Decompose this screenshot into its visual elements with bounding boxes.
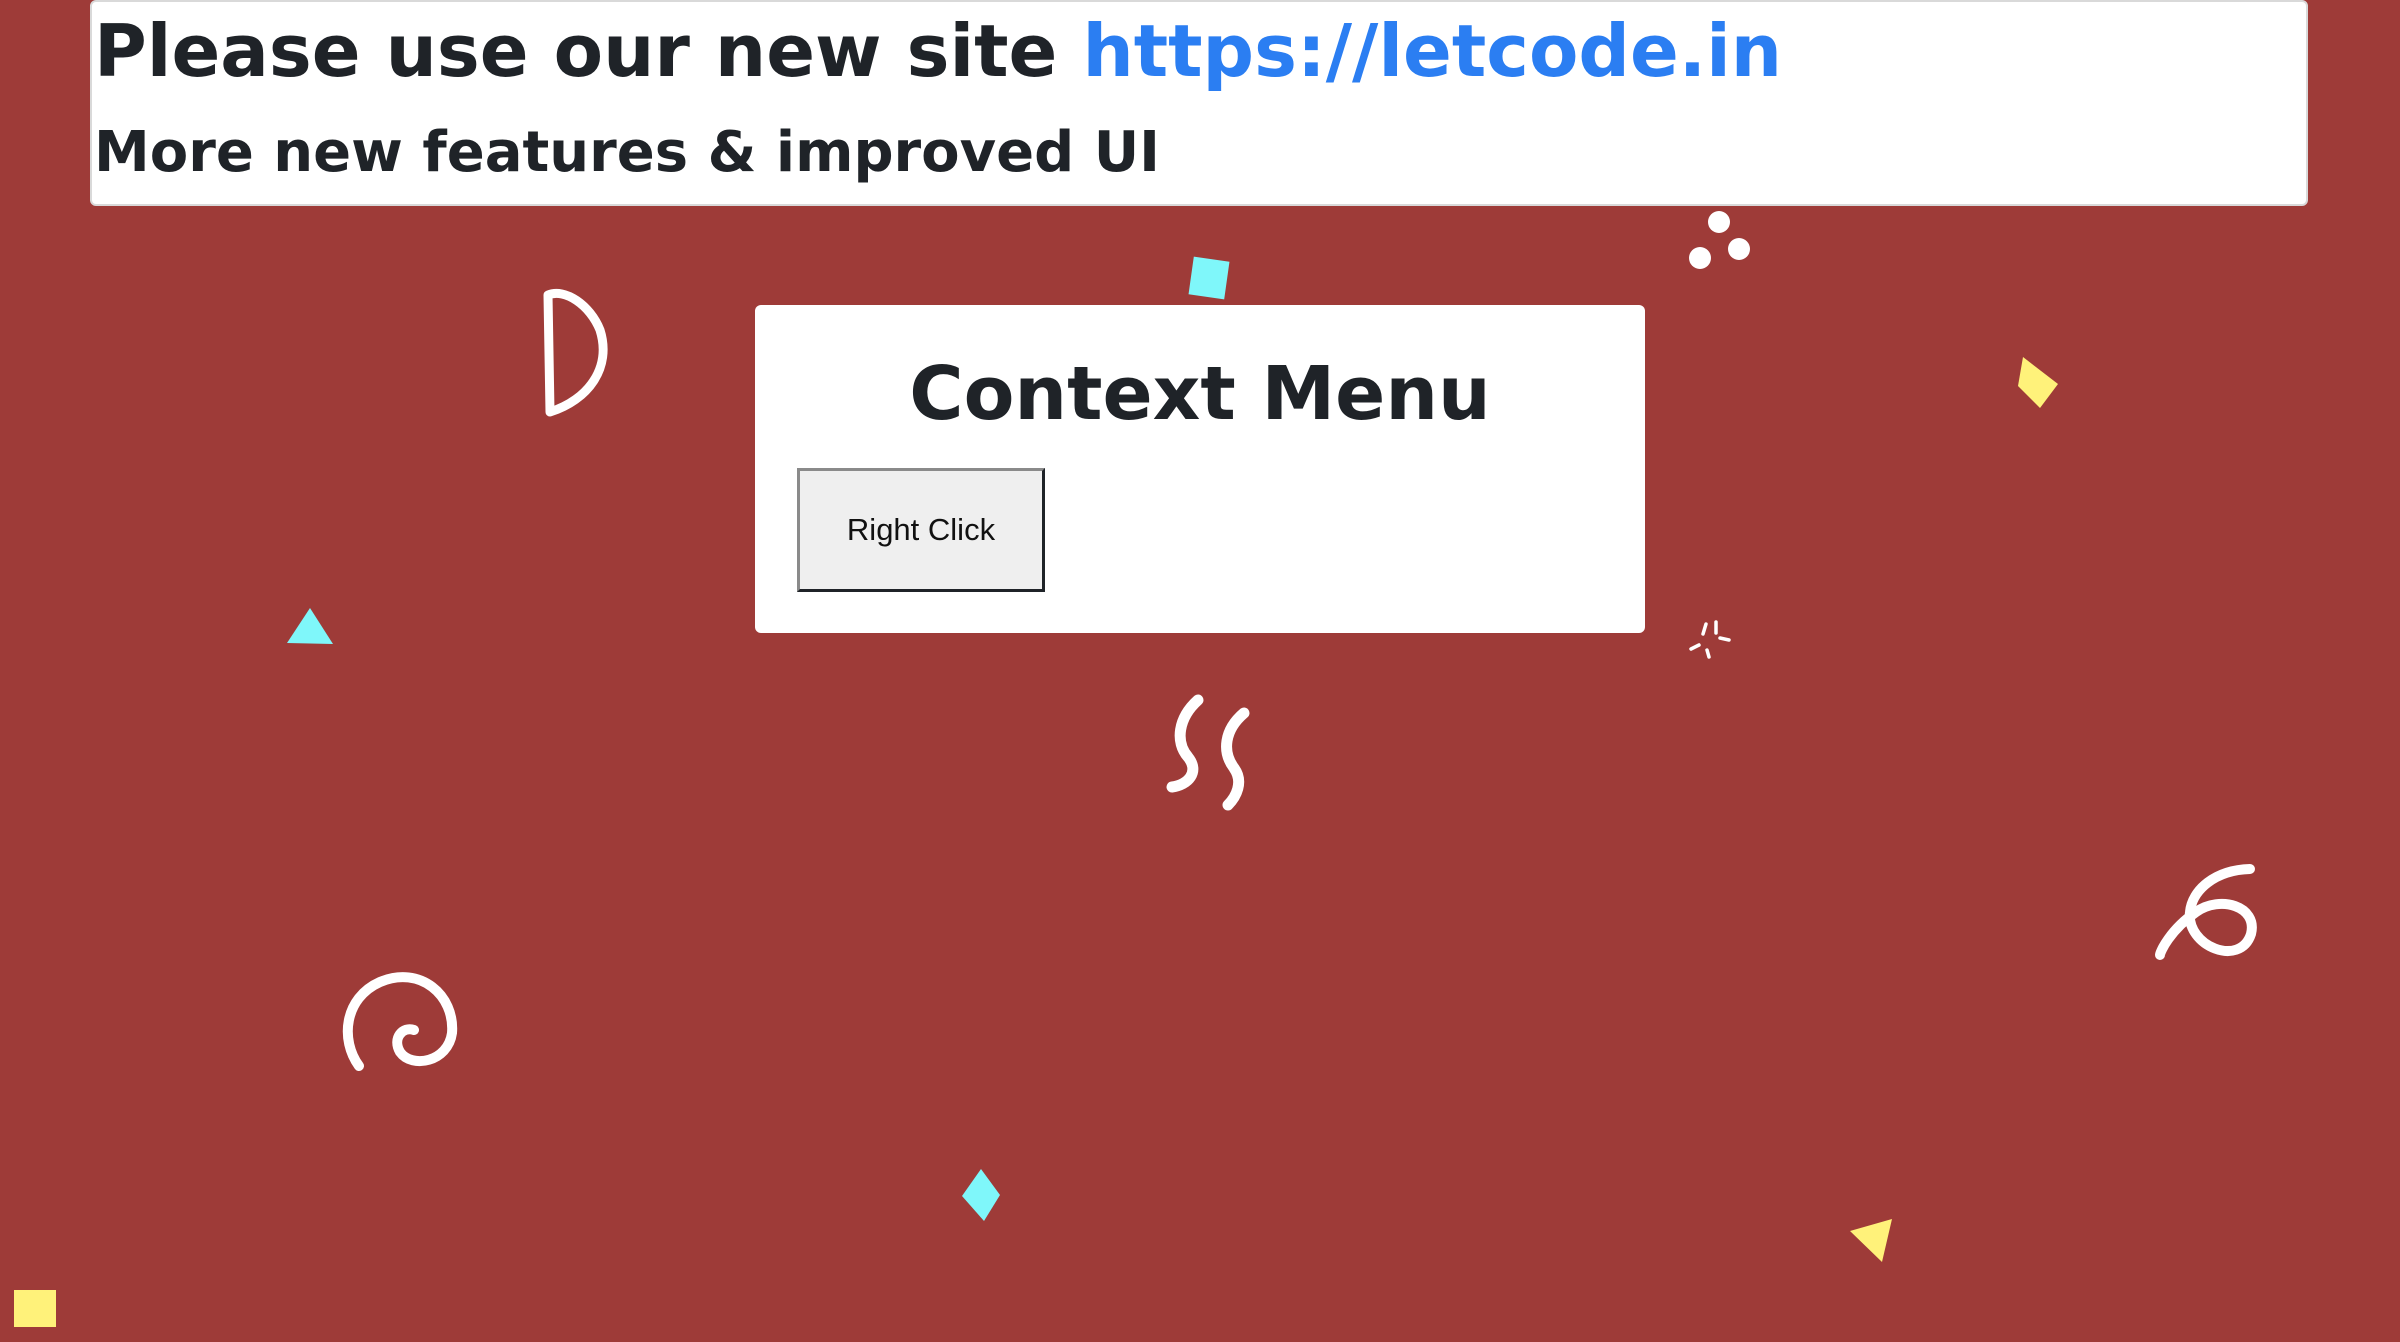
announcement-prefix: Please use our new site: [94, 9, 1083, 93]
yellow-square-confetti: [14, 1290, 56, 1327]
cyan-diamond-confetti: [962, 1169, 1000, 1221]
cyan-triangle-confetti: [287, 608, 333, 644]
announcement-banner: Please use our new site https://letcode.…: [90, 0, 2308, 206]
new-site-link[interactable]: https://letcode.in: [1082, 9, 1782, 93]
page-title: Context Menu: [909, 351, 1491, 437]
announcement-headline: Please use our new site https://letcode.…: [94, 8, 1782, 94]
spiral-doodle: [342, 972, 458, 1071]
announcement-subtitle: More new features & improved UI: [94, 120, 1160, 185]
right-click-button[interactable]: Right Click: [797, 468, 1045, 592]
dot-confetti: [1728, 238, 1750, 260]
dot-confetti: [1708, 211, 1730, 233]
loop-doodle: [2155, 864, 2257, 960]
squiggle-doodle: [1166, 694, 1250, 811]
sparkle-doodle: [1689, 620, 1731, 659]
cyan-square-confetti: [1188, 256, 1230, 300]
half-moon-doodle: [543, 289, 608, 417]
yellow-triangle-confetti: [1850, 1219, 1892, 1262]
yellow-diamond-confetti: [2018, 357, 2058, 408]
dot-confetti: [1689, 247, 1711, 269]
context-menu-card: Context Menu Right Click: [755, 305, 1645, 633]
